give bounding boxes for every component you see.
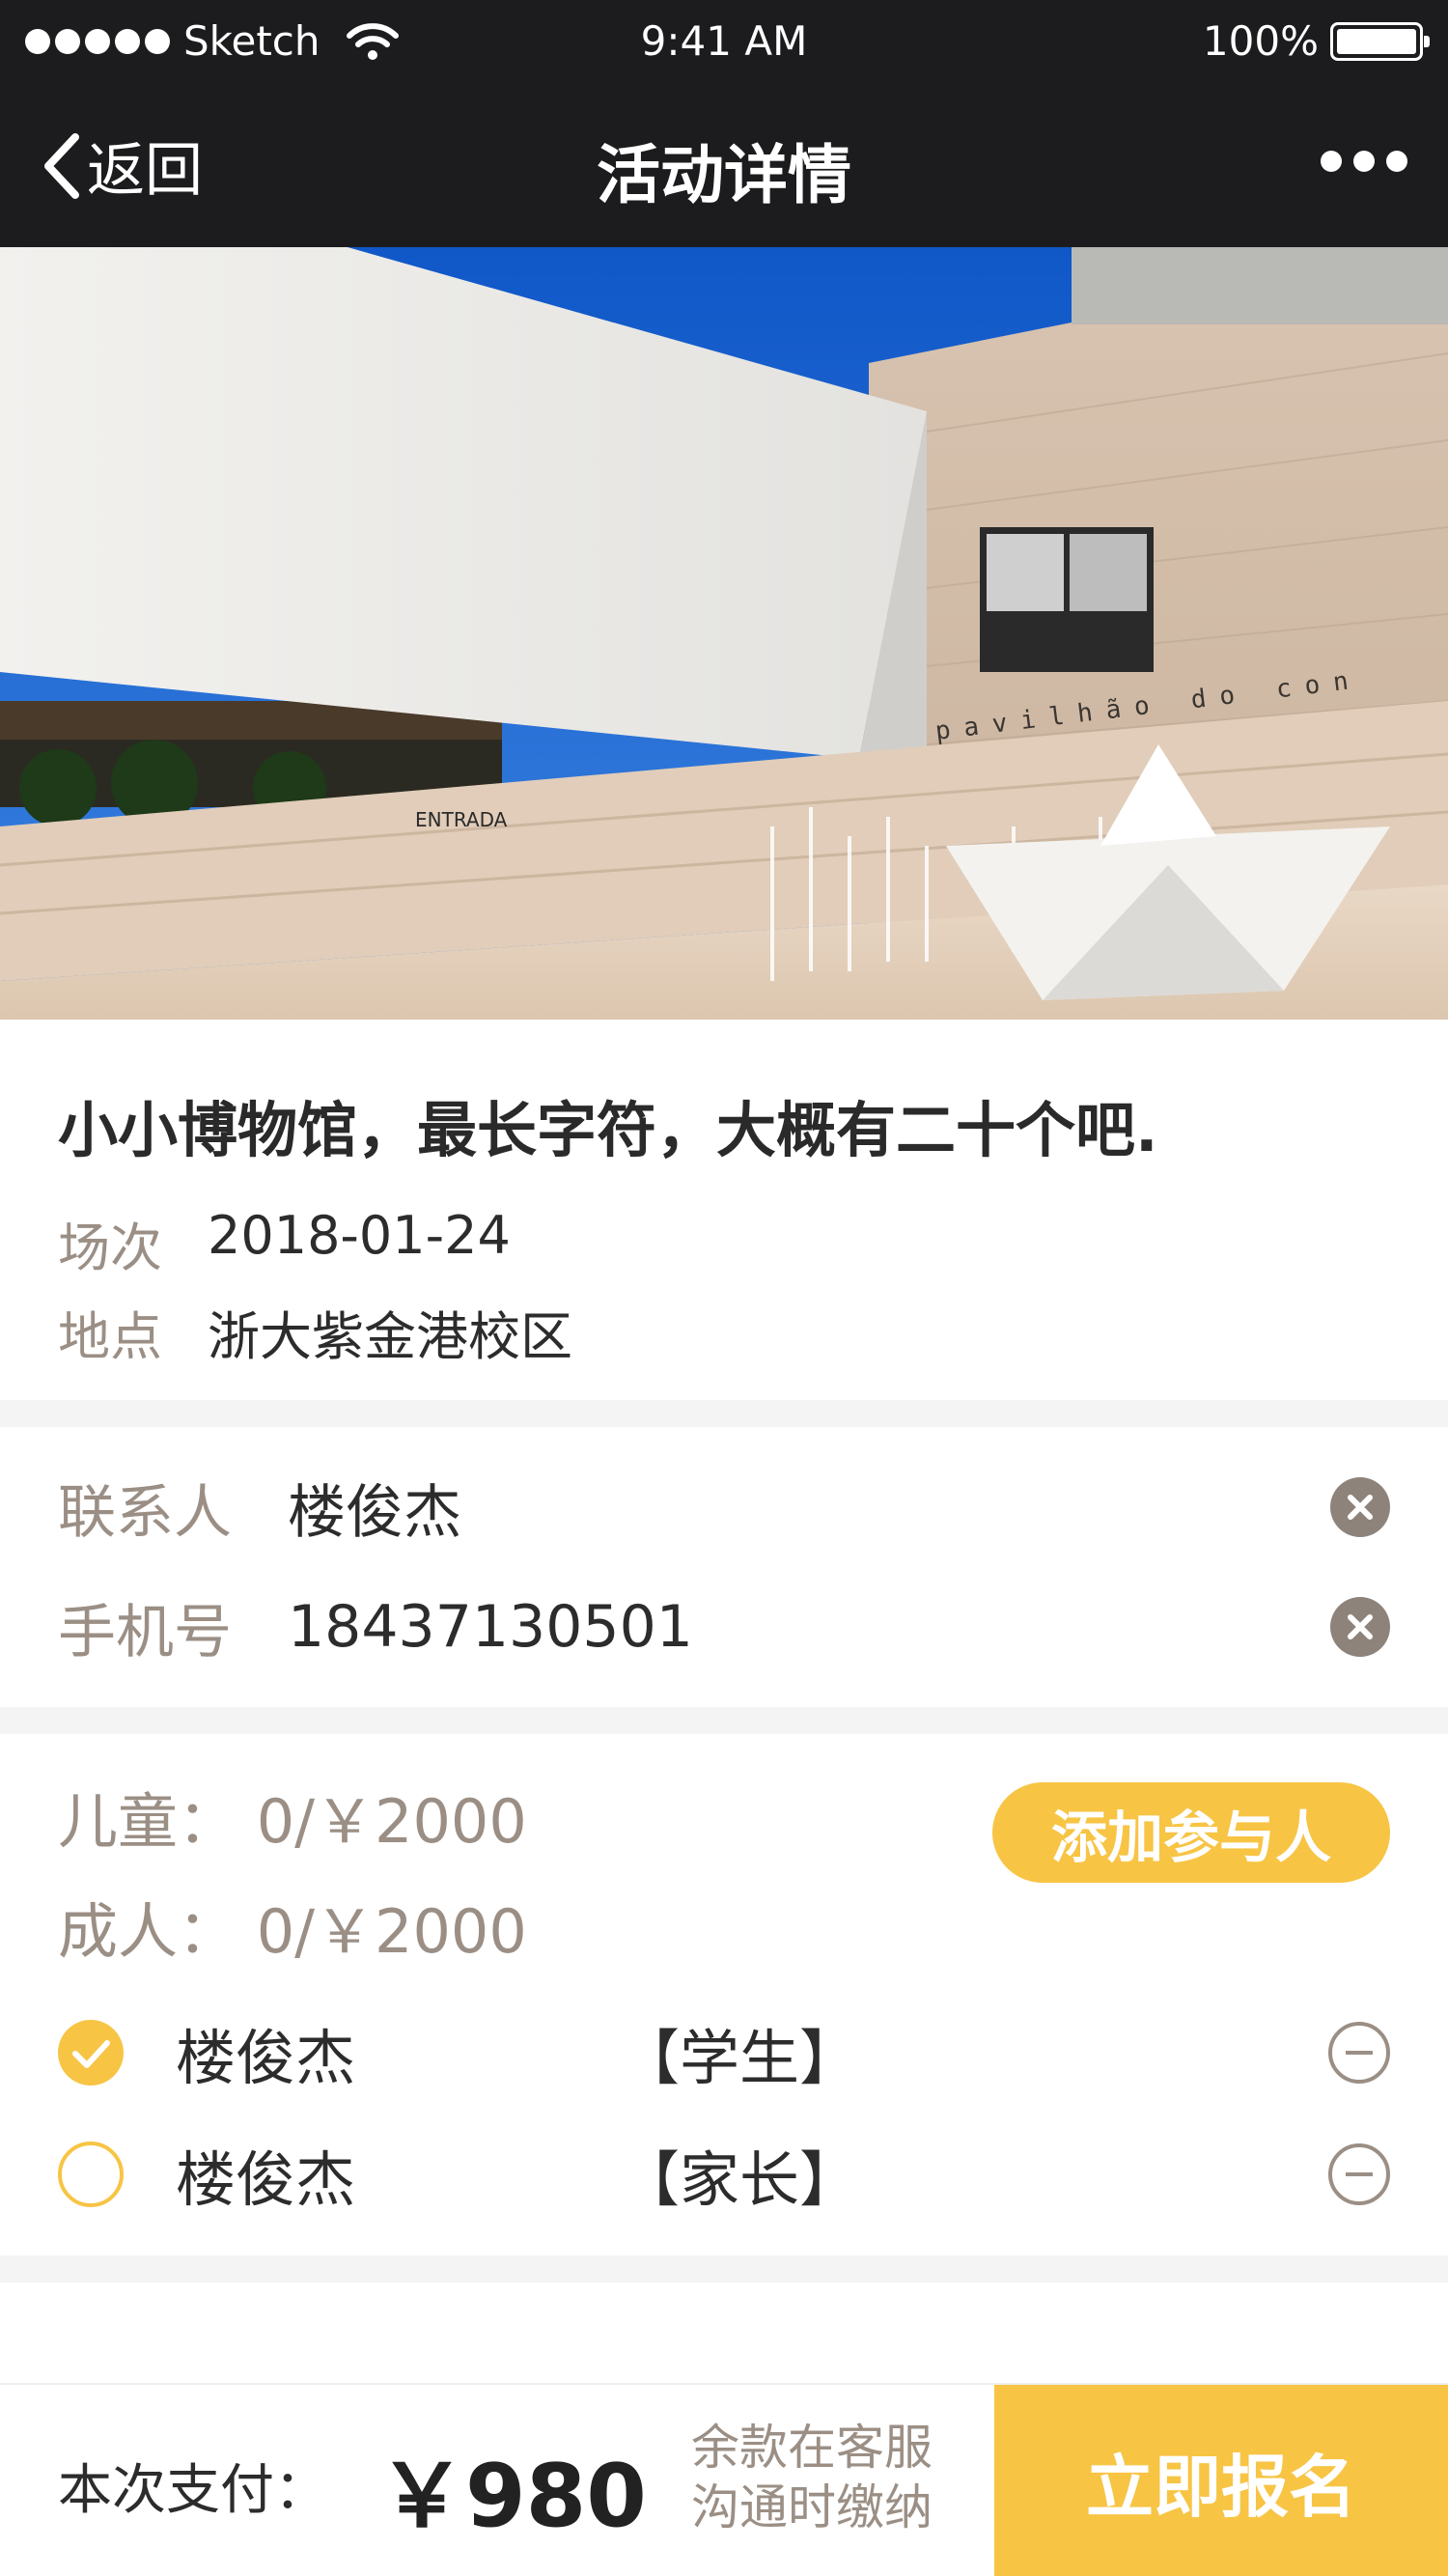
contact-form: 联系人 楼俊杰 手机号 18437130501	[0, 1427, 1448, 1707]
contact-name-row: 联系人 楼俊杰	[58, 1464, 1390, 1551]
place-value: 浙大紫金港校区	[208, 1306, 572, 1367]
contact-name-field[interactable]: 楼俊杰	[288, 1466, 1330, 1550]
child-price: 儿童： 0/￥2000	[58, 1786, 527, 1857]
event-cover-image: pavilhão do con ENTRADA	[0, 247, 1448, 1020]
session-value: 2018-01-24	[208, 1205, 511, 1266]
session-label: 场次	[58, 1218, 162, 1278]
contact-phone-label: 手机号	[58, 1598, 232, 1666]
participants-section: 儿童： 0/￥2000 成人： 0/￥2000 添加参与人 楼俊杰 【学生】 楼…	[0, 1734, 1448, 2255]
payment-bar: 本次支付： ￥980 余款在客服 沟通时缴纳 立即报名	[0, 2383, 1448, 2576]
participant-checkbox-unchecked[interactable]	[58, 2142, 124, 2207]
participant-role: 【学生】	[620, 2023, 860, 2093]
participant-row: 楼俊杰 【家长】	[58, 2136, 1390, 2215]
event-detail-screen: Sketch 9:41 AM 100% 返回 活动详情 pavilhão do …	[0, 0, 1448, 2576]
battery-icon	[1330, 21, 1430, 61]
more-button[interactable]	[1321, 151, 1407, 172]
contact-name-label: 联系人	[58, 1478, 232, 1547]
session-row: 场次 2018-01-24	[58, 1205, 511, 1281]
page-title: 活动详情	[597, 138, 851, 212]
participant-name: 楼俊杰	[176, 2023, 356, 2093]
battery-percent: 100%	[1202, 17, 1319, 65]
adult-price: 成人： 0/￥2000	[58, 1896, 527, 1967]
pay-label: 本次支付：	[58, 2459, 328, 2522]
clear-name-button[interactable]	[1330, 1477, 1390, 1537]
museum-photo: pavilhão do con ENTRADA	[0, 247, 1448, 1020]
more-dots-icon	[1321, 151, 1342, 172]
checkmark-icon	[72, 2040, 110, 2068]
balance-note-line1: 余款在客服	[691, 2420, 933, 2476]
balance-note: 余款在客服 沟通时缴纳	[691, 2418, 981, 2537]
close-icon	[1348, 1495, 1373, 1520]
nav-bar: 返回 活动详情	[0, 85, 1448, 247]
contact-phone-field[interactable]: 18437130501	[288, 1593, 1330, 1661]
participant-row: 楼俊杰 【学生】	[58, 2014, 1390, 2093]
balance-note-line2: 沟通时缴纳	[691, 2479, 933, 2535]
section-divider	[0, 2255, 1448, 2282]
contact-phone-row: 手机号 18437130501	[58, 1583, 1390, 1670]
add-participant-button[interactable]: 添加参与人	[992, 1782, 1390, 1883]
register-button[interactable]: 立即报名	[994, 2385, 1448, 2576]
section-divider	[0, 1707, 1448, 1734]
participant-role: 【家长】	[620, 2144, 860, 2215]
close-icon	[1348, 1614, 1373, 1639]
clear-phone-button[interactable]	[1330, 1597, 1390, 1657]
pay-amount: ￥980	[378, 2446, 647, 2547]
remove-participant-button[interactable]	[1328, 2022, 1390, 2084]
event-title: 小小博物馆，最长字符，大概有二十个吧.	[58, 1095, 1158, 1165]
svg-text:ENTRADA: ENTRADA	[415, 808, 508, 831]
battery-area: 100%	[1202, 17, 1430, 65]
section-divider	[0, 1400, 1448, 1427]
status-bar: Sketch 9:41 AM 100%	[0, 0, 1448, 85]
place-row: 地点 浙大紫金港校区	[58, 1294, 572, 1370]
event-info: 小小博物馆，最长字符，大概有二十个吧. 场次 2018-01-24 地点 浙大紫…	[0, 1020, 1448, 1400]
participant-checkbox-checked[interactable]	[58, 2020, 124, 2086]
remove-participant-button[interactable]	[1328, 2143, 1390, 2205]
place-label: 地点	[58, 1306, 162, 1367]
participant-name: 楼俊杰	[176, 2144, 356, 2215]
